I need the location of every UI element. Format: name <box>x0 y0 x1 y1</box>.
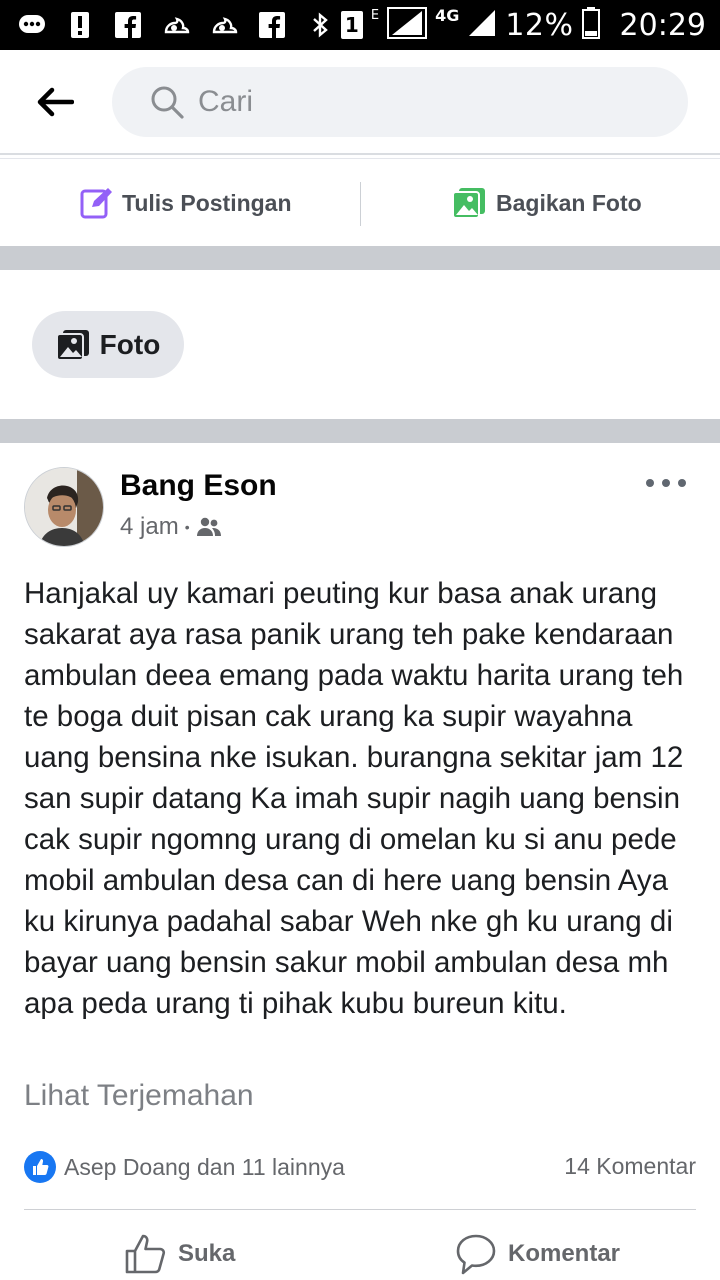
meta-separator: • <box>184 519 190 535</box>
post-body: Hanjakal uy kamari peuting kur basa anak… <box>24 577 684 1020</box>
more-dot-icon <box>646 479 654 487</box>
photo-icon <box>55 329 89 361</box>
filter-section: Foto <box>0 270 720 420</box>
facebook-icon <box>114 11 142 39</box>
signal-2-icon <box>467 8 497 42</box>
reactions-summary[interactable]: Asep Doang dan 11 lainnya <box>24 1150 345 1184</box>
search-box[interactable] <box>112 67 688 137</box>
see-translation-link[interactable]: Lihat Terjemahan <box>24 1079 254 1113</box>
avatar[interactable] <box>24 467 104 547</box>
post-card: Bang Eson 4 jam • Hanjakal uy kamari peu… <box>0 443 720 1280</box>
photo-filter-label: Foto <box>99 328 161 360</box>
clock: 20:29 <box>619 7 706 43</box>
photo-filter-chip[interactable]: Foto <box>32 311 184 378</box>
like-button[interactable]: Suka <box>124 1231 235 1277</box>
share-photo-label: Bagikan Foto <box>496 189 642 216</box>
like-label: Suka <box>178 1240 236 1267</box>
thumbs-up-icon <box>125 1234 166 1274</box>
comment-label: Komentar <box>508 1240 621 1267</box>
share-photo-button[interactable]: Bagikan Foto <box>452 160 642 246</box>
battery-icon <box>581 7 600 43</box>
battery-percent: 12% <box>505 7 574 43</box>
system-status: 1 E 4G 12% 20:29 <box>340 0 706 50</box>
section-separator <box>0 419 720 443</box>
post-meta: 4 jam • <box>120 513 222 541</box>
more-dot-icon <box>678 479 686 487</box>
post-divider <box>24 1209 696 1210</box>
header-divider <box>0 158 720 159</box>
profile-photo <box>25 468 103 546</box>
comments-count[interactable]: 14 Komentar <box>564 1153 696 1180</box>
edge-label: E <box>370 8 380 23</box>
friends-icon <box>196 517 221 536</box>
comment-button[interactable]: Komentar <box>456 1231 620 1277</box>
chat-icon <box>18 11 46 39</box>
composer-divider <box>360 182 361 226</box>
edit-icon <box>80 188 112 219</box>
back-arrow-icon <box>37 87 74 117</box>
post-time[interactable]: 4 jam <box>120 513 179 541</box>
reactions-label: Asep Doang dan 11 lainnya <box>64 1153 345 1180</box>
write-post-button[interactable]: Tulis Postingan <box>80 160 292 246</box>
uc-browser-icon <box>210 11 238 39</box>
post-author[interactable]: Bang Eson <box>120 469 277 503</box>
sim-slot-label: 1 <box>344 13 359 37</box>
search-header <box>0 50 720 154</box>
section-separator <box>0 246 720 270</box>
alert-icon <box>66 11 94 39</box>
post-options-button[interactable] <box>646 471 686 495</box>
header-divider <box>0 153 720 155</box>
notification-icons <box>18 0 334 50</box>
facebook-icon <box>258 11 286 39</box>
back-button[interactable] <box>34 82 76 122</box>
composer-bar: Tulis Postingan Bagikan Foto <box>0 160 720 246</box>
like-reaction-icon <box>24 1151 56 1183</box>
uc-browser-icon <box>162 11 190 39</box>
network-label: 4G <box>435 6 460 25</box>
search-input[interactable] <box>198 85 638 119</box>
write-post-label: Tulis Postingan <box>122 189 292 216</box>
signal-icon <box>387 7 428 43</box>
search-icon <box>151 86 184 119</box>
bluetooth-icon <box>306 11 334 39</box>
sim-1-icon: 1 <box>340 11 363 39</box>
comment-icon <box>456 1234 496 1275</box>
photo-icon <box>452 188 485 219</box>
more-dot-icon <box>662 479 670 487</box>
status-bar: 1 E 4G 12% 20:29 <box>0 0 720 50</box>
